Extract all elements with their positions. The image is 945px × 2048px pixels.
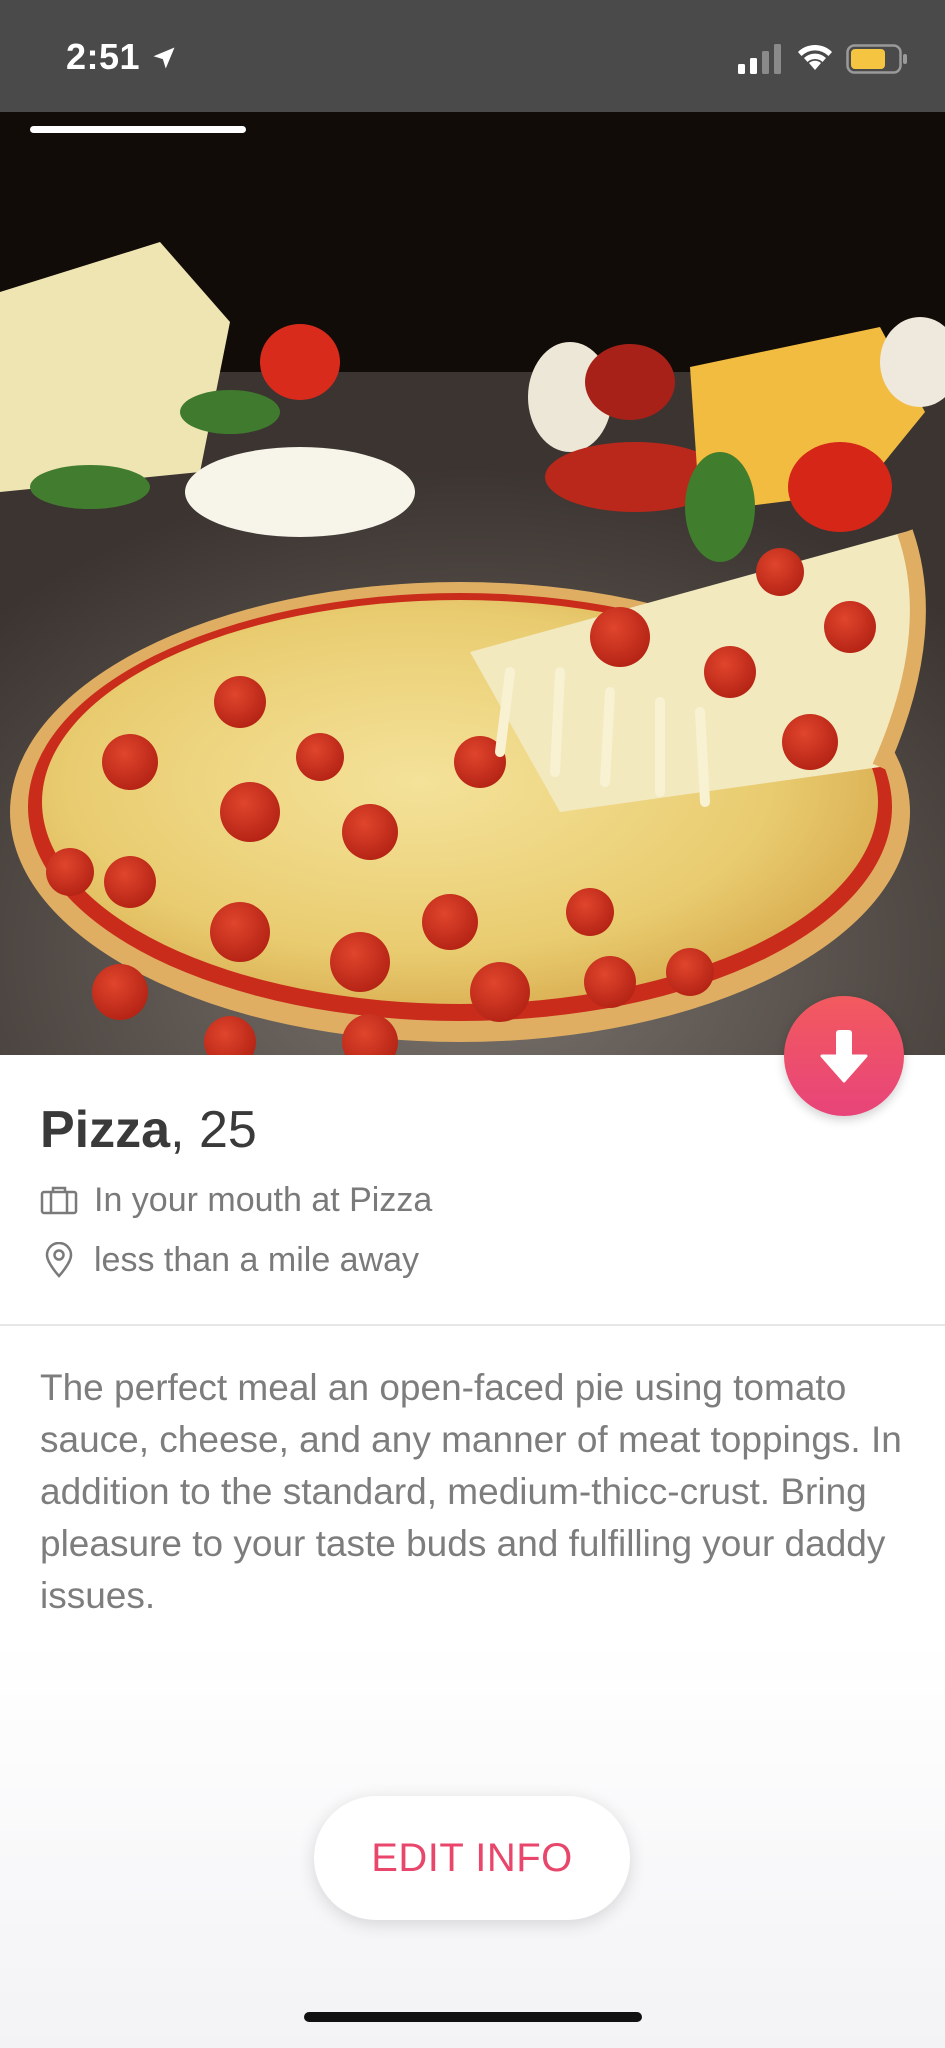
profile-job-text: In your mouth at Pizza <box>94 1180 433 1219</box>
photo-progress-bar <box>30 126 246 133</box>
briefcase-icon <box>40 1181 78 1219</box>
profile-name: Pizza <box>40 1101 171 1159</box>
profile-job: In your mouth at Pizza <box>40 1178 432 1222</box>
status-bar: 2:51 <box>0 0 945 112</box>
arrow-down-icon <box>820 1030 868 1083</box>
home-indicator[interactable] <box>304 2012 642 2022</box>
profile-bio: The perfect meal an open-faced pie using… <box>40 1367 902 1616</box>
cellular-signal-icon <box>738 44 781 74</box>
edit-info-button[interactable]: EDIT INFO <box>314 1796 630 1920</box>
wifi-icon <box>798 44 832 70</box>
status-time: 2:51 <box>66 36 141 77</box>
age-separator: , <box>170 1101 199 1159</box>
pizza-photo <box>0 112 945 1055</box>
section-divider <box>0 1324 945 1326</box>
collapse-profile-button[interactable] <box>784 996 904 1116</box>
profile-photo[interactable] <box>0 112 945 1055</box>
profile-distance: less than a mile away <box>40 1238 419 1282</box>
profile-screen: 2:51 Pizza, 25 In your mouth at Pizza le… <box>0 0 945 2048</box>
profile-age: 25 <box>198 1101 257 1159</box>
battery-icon <box>846 44 907 74</box>
location-arrow-icon <box>153 47 175 69</box>
profile-name-age: Pizza, 25 <box>40 1100 257 1160</box>
location-pin-icon <box>40 1241 78 1279</box>
profile-distance-text: less than a mile away <box>94 1240 420 1279</box>
